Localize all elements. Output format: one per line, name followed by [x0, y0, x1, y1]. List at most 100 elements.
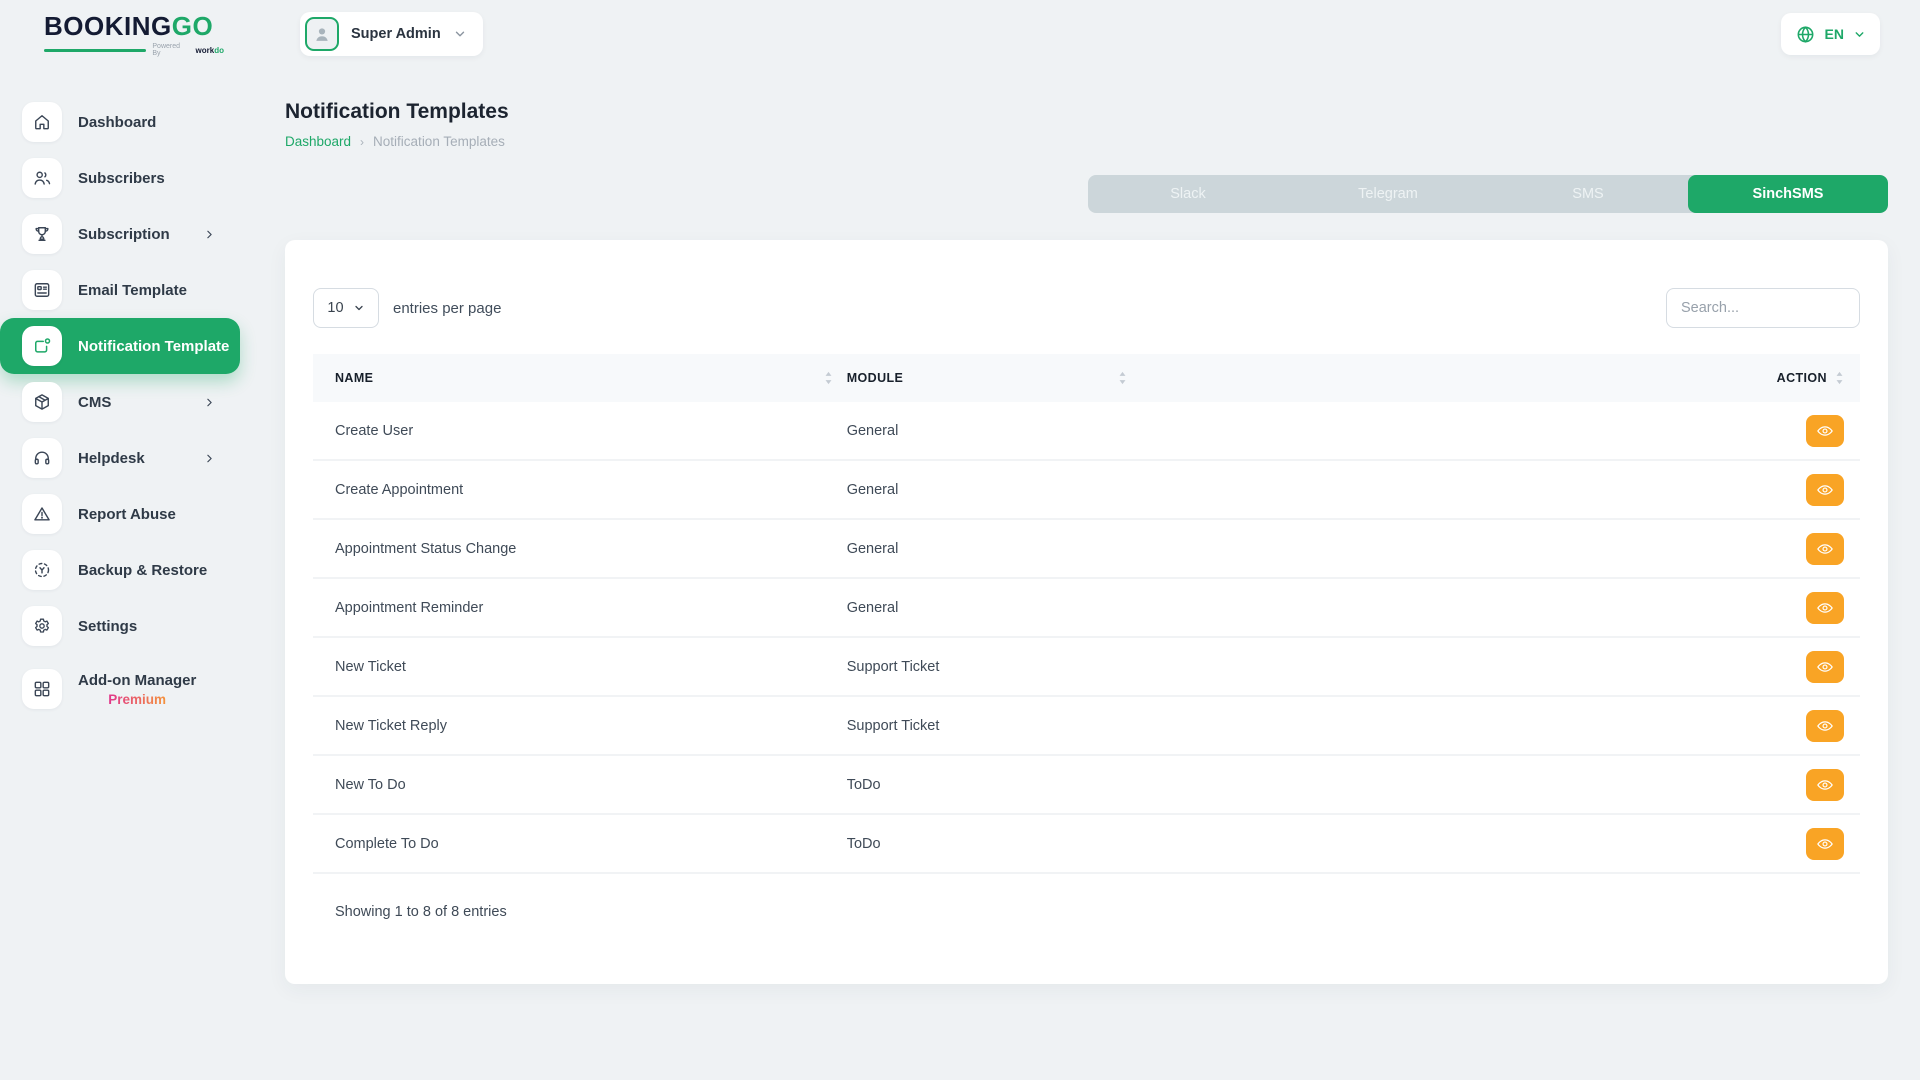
- eye-icon: [1816, 658, 1834, 676]
- language-code: EN: [1825, 26, 1844, 42]
- grid-icon: [22, 669, 62, 709]
- user-menu-button[interactable]: Super Admin: [300, 12, 483, 56]
- tab-telegram[interactable]: Telegram: [1288, 175, 1488, 213]
- brand-underline: [44, 49, 146, 52]
- warning-triangle-icon: [22, 494, 62, 534]
- column-header-action[interactable]: ACTION: [1141, 371, 1860, 385]
- avatar: [305, 17, 339, 51]
- sidebar-item-dashboard[interactable]: Dashboard: [0, 94, 240, 150]
- table-row: Complete To Do ToDo: [313, 815, 1860, 874]
- chevron-down-icon: [453, 27, 467, 41]
- column-header-name[interactable]: NAME: [313, 371, 847, 385]
- table-controls: 10 entries per page: [313, 288, 1860, 328]
- sidebar-item-cms[interactable]: CMS: [0, 374, 240, 430]
- brand-wordmark-primary: BOOKING: [44, 11, 172, 41]
- breadcrumb-separator-icon: ›: [360, 135, 364, 149]
- channel-tabs-row: Slack Telegram SMS SinchSMS: [285, 175, 1888, 213]
- sort-icon: [824, 371, 833, 385]
- sidebar-item-subscription[interactable]: Subscription: [0, 206, 240, 262]
- eye-icon: [1816, 835, 1834, 853]
- sidebar-item-label: Dashboard: [78, 114, 156, 131]
- templates-card: 10 entries per page NAME MODULE: [285, 240, 1888, 984]
- template-name: New Ticket: [313, 659, 847, 675]
- column-header-module[interactable]: MODULE: [847, 371, 1141, 385]
- page-size-select[interactable]: 10: [313, 288, 379, 328]
- tab-slack[interactable]: Slack: [1088, 175, 1288, 213]
- template-name: Complete To Do: [313, 836, 847, 852]
- view-template-button[interactable]: [1806, 828, 1844, 860]
- template-module: Support Ticket: [847, 718, 1141, 734]
- template-module: Support Ticket: [847, 659, 1141, 675]
- eye-icon: [1816, 599, 1834, 617]
- sidebar-item-helpdesk[interactable]: Helpdesk: [0, 430, 240, 486]
- search-input[interactable]: [1666, 288, 1860, 328]
- sidebar-item-subscribers[interactable]: Subscribers: [0, 150, 240, 206]
- gear-icon: [22, 606, 62, 646]
- page-title: Notification Templates: [285, 100, 1888, 124]
- user-avatar-icon: [311, 23, 333, 45]
- sort-icon: [1118, 371, 1127, 385]
- chevron-down-icon: [1853, 28, 1866, 41]
- view-template-button[interactable]: [1806, 651, 1844, 683]
- tab-sms[interactable]: SMS: [1488, 175, 1688, 213]
- table-row: Create Appointment General: [313, 461, 1860, 520]
- powered-by-brand: workdo: [196, 46, 224, 55]
- sidebar-item-notification-template[interactable]: Notification Template: [0, 318, 240, 374]
- table-row: New Ticket Support Ticket: [313, 638, 1860, 697]
- breadcrumb-dashboard-link[interactable]: Dashboard: [285, 134, 351, 149]
- template-name: New To Do: [313, 777, 847, 793]
- page-size-value: 10: [327, 300, 343, 316]
- sidebar-item-settings[interactable]: Settings: [0, 598, 240, 654]
- sidebar-item-backup-restore[interactable]: Backup & Restore: [0, 542, 240, 598]
- table-row: Appointment Status Change General: [313, 520, 1860, 579]
- sidebar-item-addon-manager[interactable]: Add-on Manager Premium: [0, 654, 240, 724]
- template-module: General: [847, 600, 1141, 616]
- language-selector[interactable]: EN: [1781, 13, 1880, 55]
- sort-icon: [1835, 371, 1844, 385]
- topbar: BOOKINGGO Powered By workdo Super Admin …: [0, 0, 1920, 74]
- email-template-icon: [22, 270, 62, 310]
- channel-tabs: Slack Telegram SMS SinchSMS: [1088, 175, 1888, 213]
- brand-wordmark: BOOKINGGO: [44, 12, 224, 40]
- template-name: Appointment Status Change: [313, 541, 847, 557]
- sidebar-item-label: Settings: [78, 618, 137, 635]
- template-name: Appointment Reminder: [313, 600, 847, 616]
- templates-table: NAME MODULE ACTION: [313, 354, 1860, 920]
- view-template-button[interactable]: [1806, 710, 1844, 742]
- chevron-right-icon: [203, 452, 216, 465]
- trophy-icon: [22, 214, 62, 254]
- sidebar-item-label: Subscribers: [78, 170, 165, 187]
- table-header-row: NAME MODULE ACTION: [313, 354, 1860, 402]
- template-module: ToDo: [847, 777, 1141, 793]
- user-name: Super Admin: [351, 26, 441, 42]
- breadcrumb: Dashboard › Notification Templates: [285, 134, 1888, 149]
- eye-icon: [1816, 422, 1834, 440]
- table-summary: Showing 1 to 8 of 8 entries: [313, 874, 1860, 920]
- sidebar-item-label: Notification Template: [78, 338, 229, 355]
- sidebar-item-email-template[interactable]: Email Template: [0, 262, 240, 318]
- entries-per-page-label: entries per page: [393, 300, 501, 317]
- eye-icon: [1816, 776, 1834, 794]
- view-template-button[interactable]: [1806, 769, 1844, 801]
- tab-sinchsms[interactable]: SinchSMS: [1688, 175, 1888, 213]
- view-template-button[interactable]: [1806, 592, 1844, 624]
- view-template-button[interactable]: [1806, 474, 1844, 506]
- package-icon: [22, 382, 62, 422]
- view-template-button[interactable]: [1806, 415, 1844, 447]
- backup-restore-icon: [22, 550, 62, 590]
- template-module: General: [847, 541, 1141, 557]
- template-name: New Ticket Reply: [313, 718, 847, 734]
- sidebar-item-label: Helpdesk: [78, 450, 145, 467]
- sidebar-item-report-abuse[interactable]: Report Abuse: [0, 486, 240, 542]
- table-row: Appointment Reminder General: [313, 579, 1860, 638]
- sidebar-item-label: Email Template: [78, 282, 187, 299]
- eye-icon: [1816, 481, 1834, 499]
- table-row: New Ticket Reply Support Ticket: [313, 697, 1860, 756]
- powered-by-label: Powered By: [152, 43, 189, 57]
- home-icon: [22, 102, 62, 142]
- notification-template-icon: [22, 326, 62, 366]
- headphones-icon: [22, 438, 62, 478]
- sidebar-item-label: CMS: [78, 394, 111, 411]
- template-name: Create User: [313, 423, 847, 439]
- view-template-button[interactable]: [1806, 533, 1844, 565]
